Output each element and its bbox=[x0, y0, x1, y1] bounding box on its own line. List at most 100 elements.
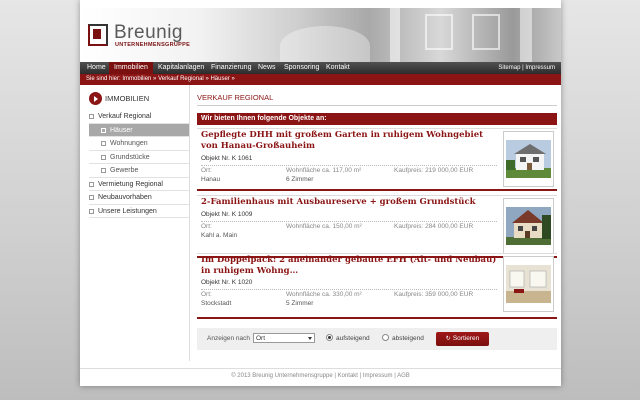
listing-thumbnail[interactable] bbox=[503, 198, 554, 254]
nav-item-home[interactable]: Home bbox=[82, 62, 111, 74]
nav-item-kontakt[interactable]: Kontakt bbox=[321, 62, 355, 74]
header-banner: Breunig UNTERNEHMENSGRUPPE bbox=[80, 8, 561, 62]
listing-title[interactable]: 2-Familienhaus mit Ausbaureserve + große… bbox=[201, 197, 501, 208]
breadcrumb-prefix: Sie sind hier: bbox=[86, 76, 121, 82]
sidebar-heading-label: IMMOBILIEN bbox=[105, 94, 150, 103]
sidebar-item-label: Grundstücke bbox=[110, 153, 150, 161]
sidebar-item-label: Häuser bbox=[110, 126, 133, 134]
listing-kaufpreis: Kaufpreis: 359 000,00 EUR bbox=[394, 291, 474, 298]
bullet-box-icon bbox=[101, 127, 106, 133]
sitemap-link[interactable]: Sitemap bbox=[498, 65, 520, 71]
bullet-box-icon bbox=[89, 181, 94, 187]
sidebar-item-label: Neubauvorhaben bbox=[98, 194, 152, 201]
sort-select[interactable]: Ort bbox=[253, 333, 315, 343]
listing-title[interactable]: Gepflegte DHH mit großem Garten in ruhig… bbox=[201, 130, 501, 151]
header-pillar-decoration bbox=[520, 8, 532, 62]
listing-kaufpreis: Kaufpreis: 219 000,00 EUR bbox=[394, 167, 474, 174]
nav-item-immobilien[interactable]: Immobilien bbox=[109, 62, 153, 74]
breadcrumb-separator: » bbox=[153, 76, 157, 82]
page-title: VERKAUF REGIONAL bbox=[197, 93, 557, 106]
breadcrumb-item-immobilien[interactable]: Immobilien bbox=[122, 76, 151, 82]
breadcrumb-separator: » bbox=[231, 76, 235, 82]
listing-item: Im Doppelpack: 2 aneinander gebaute EFH … bbox=[197, 253, 557, 319]
refresh-icon: ↻ bbox=[445, 336, 451, 342]
sidebar-item-unsere-leistungen[interactable]: Unsere Leistungen bbox=[89, 205, 189, 218]
listing-divider bbox=[201, 289, 497, 290]
sidebar-item-label: Wohnungen bbox=[110, 140, 148, 147]
logo-subtitle: UNTERNEHMENSGRUPPE bbox=[115, 42, 191, 48]
sidebar-item-wohnungen[interactable]: Wohnungen bbox=[89, 137, 189, 151]
listing-item: 2-Familienhaus mit Ausbaureserve + große… bbox=[197, 195, 557, 258]
footer: © 2013 Breunig Unternehmensgruppe | Kont… bbox=[80, 368, 561, 386]
offer-heading: Wir bieten Ihnen folgende Objekte an: bbox=[197, 113, 557, 125]
listing-object-number: Objekt Nr. K 1009 bbox=[201, 211, 253, 218]
house-two-family-icon bbox=[506, 207, 551, 245]
sidebar-heading: IMMOBILIEN bbox=[89, 92, 189, 106]
listing-object-number: Objekt Nr. K 1061 bbox=[201, 155, 253, 162]
listing-divider bbox=[201, 165, 497, 166]
sidebar-item-haeuser[interactable]: Häuser bbox=[89, 123, 189, 137]
bullet-box-icon bbox=[101, 168, 106, 173]
footer-copyright: © 2013 Breunig Unternehmensgruppe bbox=[231, 373, 333, 379]
breadcrumb-item-verkauf-regional[interactable]: Verkauf Regional bbox=[158, 76, 204, 82]
sort-desc-radio[interactable] bbox=[382, 334, 389, 341]
footer-link-impressum[interactable]: Impressum bbox=[363, 373, 393, 379]
play-circle-icon bbox=[89, 92, 102, 105]
header-window-decoration bbox=[472, 14, 500, 50]
breadcrumb-separator: » bbox=[205, 76, 209, 82]
sidebar-item-label: Verkauf Regional bbox=[98, 113, 152, 120]
listing-ort-value: Hanau bbox=[201, 176, 221, 183]
listing-ort-label: Ort: bbox=[201, 167, 212, 174]
bullet-box-icon bbox=[101, 154, 106, 160]
listing-wohnflaeche: Wohnfläche ca. 117,00 m² bbox=[286, 167, 362, 174]
header-pillar-decoration bbox=[390, 8, 400, 62]
sort-bar: Anzeigen nach Ort aufsteigend absteigend… bbox=[197, 328, 557, 350]
listing-kaufpreis: Kaufpreis: 284 000,00 EUR bbox=[394, 223, 474, 230]
main-content: VERKAUF REGIONAL Wir bieten Ihnen folgen… bbox=[197, 85, 557, 361]
footer-link-agb[interactable]: AGB bbox=[397, 373, 410, 379]
sort-button[interactable]: ↻ Sortieren bbox=[436, 332, 489, 346]
listing-title[interactable]: Im Doppelpack: 2 aneinander gebaute EFH … bbox=[201, 255, 501, 276]
sidebar-item-label: Vermietung Regional bbox=[98, 180, 163, 188]
sidebar-item-vermietung-regional[interactable]: Vermietung Regional bbox=[89, 178, 189, 191]
house-white-icon bbox=[506, 140, 551, 178]
bullet-box-icon bbox=[89, 114, 94, 119]
listing-ort-value: Kahl a. Main bbox=[201, 232, 238, 239]
listing-object-number: Objekt Nr. K 1020 bbox=[201, 279, 253, 286]
breadcrumb-item-haeuser[interactable]: Häuser bbox=[210, 76, 229, 82]
page: Breunig UNTERNEHMENSGRUPPE Home Immobili… bbox=[80, 0, 561, 386]
nav-item-news[interactable]: News bbox=[253, 62, 281, 74]
bullet-box-icon bbox=[101, 141, 106, 146]
header-arch-decoration bbox=[280, 26, 370, 62]
nav-item-finanzierung[interactable]: Finanzierung bbox=[206, 62, 256, 74]
sidebar-item-grundstuecke[interactable]: Grundstücke bbox=[89, 151, 189, 164]
utility-links: Sitemap | Impressum bbox=[498, 62, 555, 74]
sidebar-item-gewerbe[interactable]: Gewerbe bbox=[89, 164, 189, 178]
listing-divider bbox=[201, 221, 497, 222]
listing-thumbnail[interactable] bbox=[503, 131, 554, 187]
chevron-down-icon bbox=[308, 337, 312, 340]
sidebar-item-verkauf-regional[interactable]: Verkauf Regional bbox=[89, 110, 189, 124]
listing-item: Gepflegte DHH mit großem Garten in ruhig… bbox=[197, 128, 557, 191]
sort-desc-label: absteigend bbox=[392, 335, 424, 342]
listing-ort-label: Ort: bbox=[201, 291, 212, 298]
sort-label: Anzeigen nach bbox=[207, 335, 251, 342]
sidebar: IMMOBILIEN Verkauf Regional Häuser Wohnu… bbox=[80, 85, 190, 361]
impressum-link[interactable]: Impressum bbox=[525, 65, 555, 71]
sidebar-item-neubauvorhaben[interactable]: Neubauvorhaben bbox=[89, 191, 189, 205]
sort-asc-radio[interactable] bbox=[326, 334, 333, 341]
nav-item-kapitalanlagen[interactable]: Kapitalanlagen bbox=[153, 62, 209, 74]
logo[interactable]: Breunig UNTERNEHMENSGRUPPE bbox=[88, 22, 198, 52]
listing-ort-value: Stockstadt bbox=[201, 300, 232, 307]
sort-button-label: Sortieren bbox=[452, 335, 480, 342]
footer-link-kontakt[interactable]: Kontakt bbox=[338, 373, 358, 379]
sidebar-item-label: Unsere Leistungen bbox=[98, 207, 157, 215]
bullet-box-icon bbox=[89, 208, 94, 214]
sort-asc-label: aufsteigend bbox=[336, 335, 370, 342]
main-nav: Home Immobilien Kapitalanlagen Finanzier… bbox=[80, 62, 561, 74]
interior-room-icon bbox=[506, 265, 551, 303]
header-window-decoration bbox=[425, 14, 453, 50]
listing-thumbnail[interactable] bbox=[503, 256, 554, 312]
nav-item-sponsoring[interactable]: Sponsoring bbox=[279, 62, 324, 74]
listing-wohnflaeche: Wohnfläche ca. 330,00 m² bbox=[286, 291, 362, 298]
